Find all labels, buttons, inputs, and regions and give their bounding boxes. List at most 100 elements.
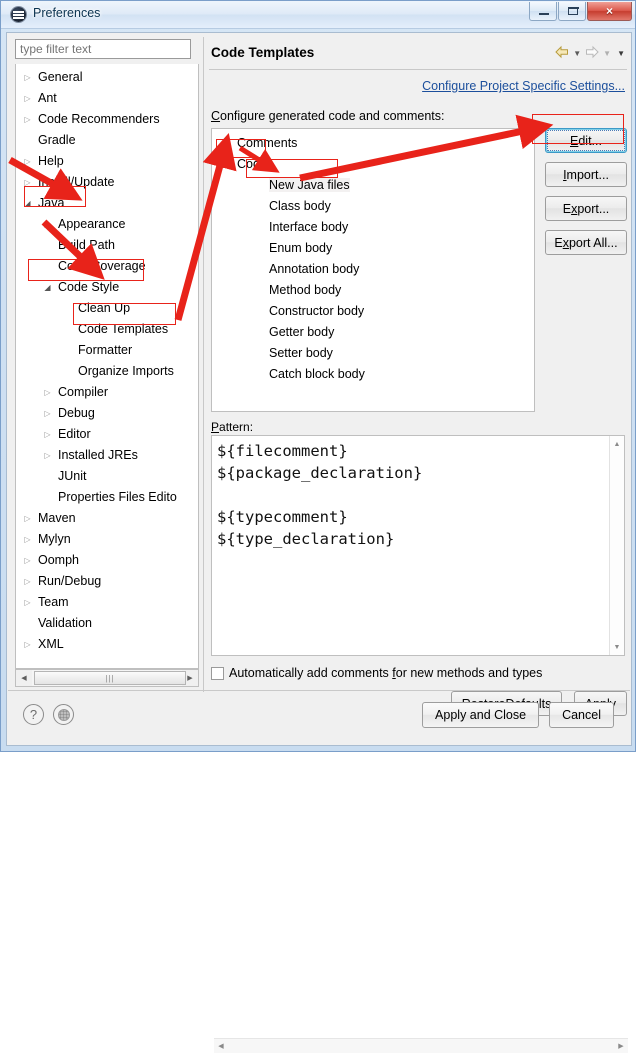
export-button[interactable]: Ex port... <box>545 196 627 221</box>
sidebar-item-label: Oomph <box>38 553 79 567</box>
twisty-collapsed-icon[interactable]: ▷ <box>22 634 33 655</box>
sidebar-item-mylyn[interactable]: ▷ Mylyn <box>16 529 198 550</box>
view-menu-chevron-down-icon[interactable]: ▼ <box>617 49 625 59</box>
sidebar-item-code-coverage[interactable]: Code Coverage <box>16 256 198 277</box>
sidebar-item-debug[interactable]: ▷ Debug <box>16 403 198 424</box>
minimize-icon <box>539 13 549 15</box>
template-item-enum-body[interactable]: Enum body <box>212 238 534 259</box>
back-menu-chevron-down-icon[interactable]: ▼ <box>573 49 581 59</box>
twisty-collapsed-icon[interactable]: ▷ <box>22 109 33 130</box>
sidebar-item-general[interactable]: ▷ General <box>16 67 198 88</box>
twisty-collapsed-icon[interactable]: ▷ <box>22 88 33 109</box>
back-arrow-icon[interactable] <box>554 45 570 62</box>
sidebar-item-install-update[interactable]: ▷ Install/Update <box>16 172 198 193</box>
sidebar-item-compiler[interactable]: ▷ Compiler <box>16 382 198 403</box>
details-icon[interactable] <box>53 704 74 725</box>
apply-and-close-button[interactable]: Apply and Close <box>422 702 540 728</box>
sidebar-item-team[interactable]: ▷ Team <box>16 592 198 613</box>
content-pane: Code Templates ▼ ▼ ▼ Configure Project S… <box>209 39 628 1053</box>
template-item-label: New Java files <box>269 178 350 192</box>
twisty-collapsed-icon[interactable]: ▷ <box>42 403 53 424</box>
edit-button[interactable]: Edit... <box>545 128 627 153</box>
twisty-collapsed-icon[interactable]: ▷ <box>22 508 33 529</box>
twisty-collapsed-icon[interactable]: ▷ <box>22 529 33 550</box>
template-item-annotation-body[interactable]: Annotation body <box>212 259 534 280</box>
sidebar-item-maven[interactable]: ▷ Maven <box>16 508 198 529</box>
twisty-collapsed-icon[interactable]: ▷ <box>22 151 33 172</box>
twisty-collapsed-icon[interactable]: ▷ <box>22 550 33 571</box>
forward-menu-chevron-down-icon[interactable]: ▼ <box>603 49 611 59</box>
template-item-new-java-files[interactable]: New Java files <box>212 175 534 196</box>
templates-tree[interactable]: ▷ Comments ◢ Code New Java files Class body In… <box>211 128 535 412</box>
auto-comments-row[interactable]: Automatically add comments for new metho… <box>211 666 542 680</box>
scroll-left-icon[interactable]: ◀ <box>16 670 32 686</box>
twisty-collapsed-icon[interactable]: ▷ <box>42 382 53 403</box>
sidebar-item-formatter[interactable]: Formatter <box>16 340 198 361</box>
twisty-none-icon <box>252 175 264 196</box>
sidebar-item-organize-imports[interactable]: Organize Imports <box>16 361 198 382</box>
sidebar-item-build-path[interactable]: Build Path <box>16 235 198 256</box>
twisty-collapsed-icon[interactable]: ▷ <box>22 571 33 592</box>
pattern-vertical-scrollbar[interactable]: ▲ ▼ <box>609 436 624 655</box>
scroll-down-icon[interactable]: ▼ <box>610 640 624 654</box>
preferences-tree[interactable]: ▷ General ▷ Ant ▷ Code Recommenders Gradle ▷ Hel… <box>15 64 199 669</box>
sidebar-item-clean-up[interactable]: Clean Up <box>16 298 198 319</box>
sidebar-item-code-style[interactable]: ◢ Code Style <box>16 277 198 298</box>
close-button[interactable]: × <box>587 2 632 21</box>
sidebar-item-java[interactable]: ◢ Java <box>16 193 198 214</box>
sidebar-item-junit[interactable]: JUnit <box>16 466 198 487</box>
sidebar-item-oomph[interactable]: ▷ Oomph <box>16 550 198 571</box>
sidebar-item-gradle[interactable]: Gradle <box>16 130 198 151</box>
maximize-button[interactable] <box>558 2 586 21</box>
scroll-thumb[interactable]: ||| <box>34 671 186 685</box>
template-item-code[interactable]: ◢ Code <box>212 154 534 175</box>
sidebar-horizontal-scrollbar[interactable]: ◀ ||| ▶ <box>15 669 199 687</box>
twisty-collapsed-icon[interactable]: ▷ <box>22 67 33 88</box>
twisty-collapsed-icon[interactable]: ▷ <box>22 172 33 193</box>
sidebar-item-code-recommenders[interactable]: ▷ Code Recommenders <box>16 109 198 130</box>
sidebar-item-code-templates[interactable]: Code Templates <box>16 319 198 340</box>
pattern-scroll-left-icon[interactable]: ◀ <box>214 1039 228 1053</box>
scroll-track[interactable]: ||| <box>32 670 186 686</box>
pattern-horizontal-scrollbar[interactable]: ◀ ▶ <box>214 1038 628 1053</box>
sidebar-item-editor[interactable]: ▷ Editor <box>16 424 198 445</box>
scroll-up-icon[interactable]: ▲ <box>610 437 624 451</box>
twisty-expanded-icon[interactable]: ◢ <box>22 193 33 214</box>
template-item-setter-body[interactable]: Setter body <box>212 343 534 364</box>
template-item-interface-body[interactable]: Interface body <box>212 217 534 238</box>
filter-input[interactable] <box>15 39 191 59</box>
minimize-button[interactable] <box>529 2 557 21</box>
sidebar-item-properties-files-edito[interactable]: Properties Files Edito <box>16 487 198 508</box>
sidebar-item-validation[interactable]: Validation <box>16 613 198 634</box>
export-all-button[interactable]: Ex port All... <box>545 230 627 255</box>
template-item-comments[interactable]: ▷ Comments <box>212 133 534 154</box>
template-item-catch-block-body[interactable]: Catch block body <box>212 364 534 385</box>
sidebar-item-ant[interactable]: ▷ Ant <box>16 88 198 109</box>
twisty-none-icon <box>22 130 33 151</box>
cancel-button[interactable]: Cancel <box>549 702 614 728</box>
twisty-expanded-icon[interactable]: ◢ <box>42 277 53 298</box>
pattern-scroll-right-icon[interactable]: ▶ <box>614 1039 628 1053</box>
auto-comments-checkbox[interactable] <box>211 666 224 680</box>
sidebar-item-installed-jres[interactable]: ▷ Installed JREs <box>16 445 198 466</box>
template-item-method-body[interactable]: Method body <box>212 280 534 301</box>
sidebar-item-xml[interactable]: ▷ XML <box>16 634 198 655</box>
template-item-getter-body[interactable]: Getter body <box>212 322 534 343</box>
sidebar-item-help[interactable]: ▷ Help <box>16 151 198 172</box>
configure-project-specific-settings-link[interactable]: Configure Project Specific Settings... <box>422 79 625 93</box>
template-item-class-body[interactable]: Class body <box>212 196 534 217</box>
twisty-collapsed-icon[interactable]: ▷ <box>22 592 33 613</box>
pattern-textarea[interactable]: ${filecomment} ${package_declaration} ${… <box>211 435 628 1053</box>
sidebar-item-run-debug[interactable]: ▷ Run/Debug <box>16 571 198 592</box>
sidebar-item-label: Properties Files Edito <box>58 490 177 504</box>
forward-arrow-icon[interactable] <box>584 45 600 62</box>
twisty-expanded-icon[interactable]: ◢ <box>220 154 232 175</box>
help-icon[interactable]: ? <box>23 704 44 725</box>
import-button[interactable]: Import... <box>545 162 627 187</box>
twisty-collapsed-icon[interactable]: ▷ <box>42 214 53 235</box>
twisty-collapsed-icon[interactable]: ▷ <box>42 424 53 445</box>
twisty-collapsed-icon[interactable]: ▷ <box>42 445 53 466</box>
sidebar-item-appearance[interactable]: ▷ Appearance <box>16 214 198 235</box>
template-item-constructor-body[interactable]: Constructor body <box>212 301 534 322</box>
twisty-collapsed-icon[interactable]: ▷ <box>220 133 232 154</box>
